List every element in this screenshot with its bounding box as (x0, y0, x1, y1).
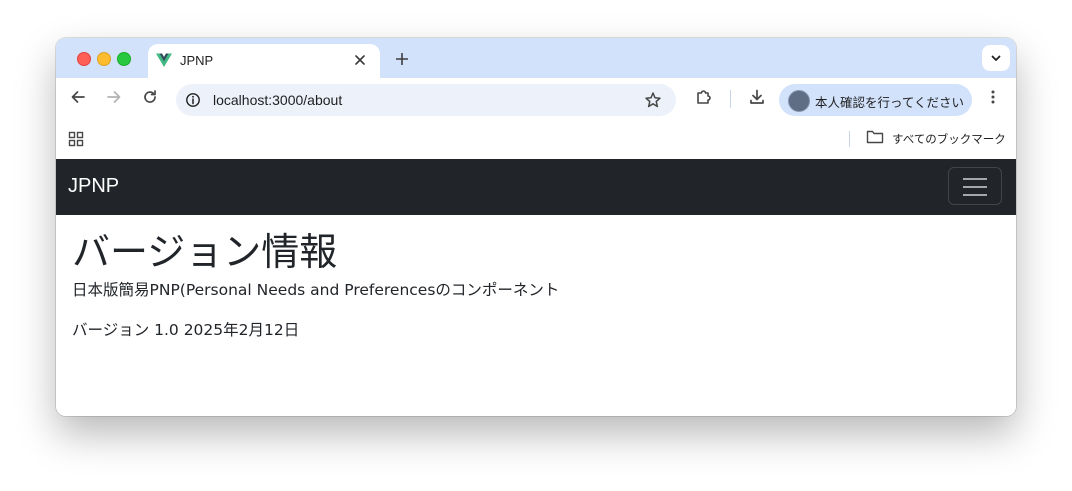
toolbar-divider (730, 90, 731, 108)
puzzle-icon (695, 88, 713, 111)
url-text[interactable]: localhost:3000/about (213, 92, 342, 108)
page-title: バージョン情報 (72, 230, 338, 274)
browser-window: JPNP localhost:3000/about 本人確認を行ってください す… (56, 38, 1016, 416)
close-window-button[interactable] (77, 52, 91, 66)
tab-search-button[interactable] (982, 45, 1010, 71)
bookmarks-divider (849, 131, 850, 147)
browser-toolbar: localhost:3000/about 本人確認を行ってください (56, 78, 1016, 120)
avatar (788, 90, 810, 112)
back-button[interactable] (66, 87, 90, 111)
navbar-toggler-button[interactable] (948, 167, 1002, 205)
profile-button[interactable]: 本人確認を行ってください (779, 84, 972, 116)
chevron-down-icon (990, 51, 1002, 68)
more-vert-icon (985, 89, 1001, 110)
app-navbar: JPNP (56, 159, 1016, 215)
plus-icon[interactable] (390, 47, 414, 71)
profile-label: 本人確認を行ってください (815, 95, 965, 110)
star-icon[interactable] (644, 91, 662, 109)
info-icon[interactable] (185, 92, 201, 108)
version-text: バージョン 1.0 2025年2月12日 (72, 321, 300, 339)
reload-icon (142, 89, 158, 110)
navbar-brand[interactable]: JPNP (68, 175, 119, 198)
forward-button[interactable] (102, 87, 126, 111)
zoom-window-button[interactable] (117, 52, 131, 66)
menu-button[interactable] (981, 87, 1005, 111)
downloads-button[interactable] (745, 87, 769, 111)
bookmarks-bar: すべてのブックマーク (56, 120, 1016, 158)
tab-strip: JPNP (56, 38, 1016, 78)
download-icon (748, 88, 766, 111)
close-icon[interactable] (350, 50, 370, 70)
tab-title: JPNP (180, 53, 214, 68)
apps-grid-icon[interactable] (68, 131, 84, 147)
arrow-left-icon (70, 89, 86, 110)
folder-icon (866, 129, 884, 150)
description-text: 日本版簡易PNP(Personal Needs and Preferencesの… (72, 281, 560, 299)
minimize-window-button[interactable] (97, 52, 111, 66)
address-bar[interactable]: localhost:3000/about (176, 84, 676, 116)
main-content: バージョン情報 日本版簡易PNP(Personal Needs and Pref… (72, 229, 559, 341)
arrow-right-icon (106, 89, 122, 110)
extensions-button[interactable] (692, 87, 716, 111)
all-bookmarks-button[interactable]: すべてのブックマーク (866, 130, 1006, 148)
reload-button[interactable] (138, 87, 162, 111)
vue-logo-icon (156, 52, 172, 68)
all-bookmarks-label: すべてのブックマーク (892, 132, 1006, 146)
tab-active[interactable]: JPNP (148, 44, 380, 78)
page-viewport: JPNP バージョン情報 日本版簡易PNP(Personal Needs and… (56, 159, 1016, 416)
